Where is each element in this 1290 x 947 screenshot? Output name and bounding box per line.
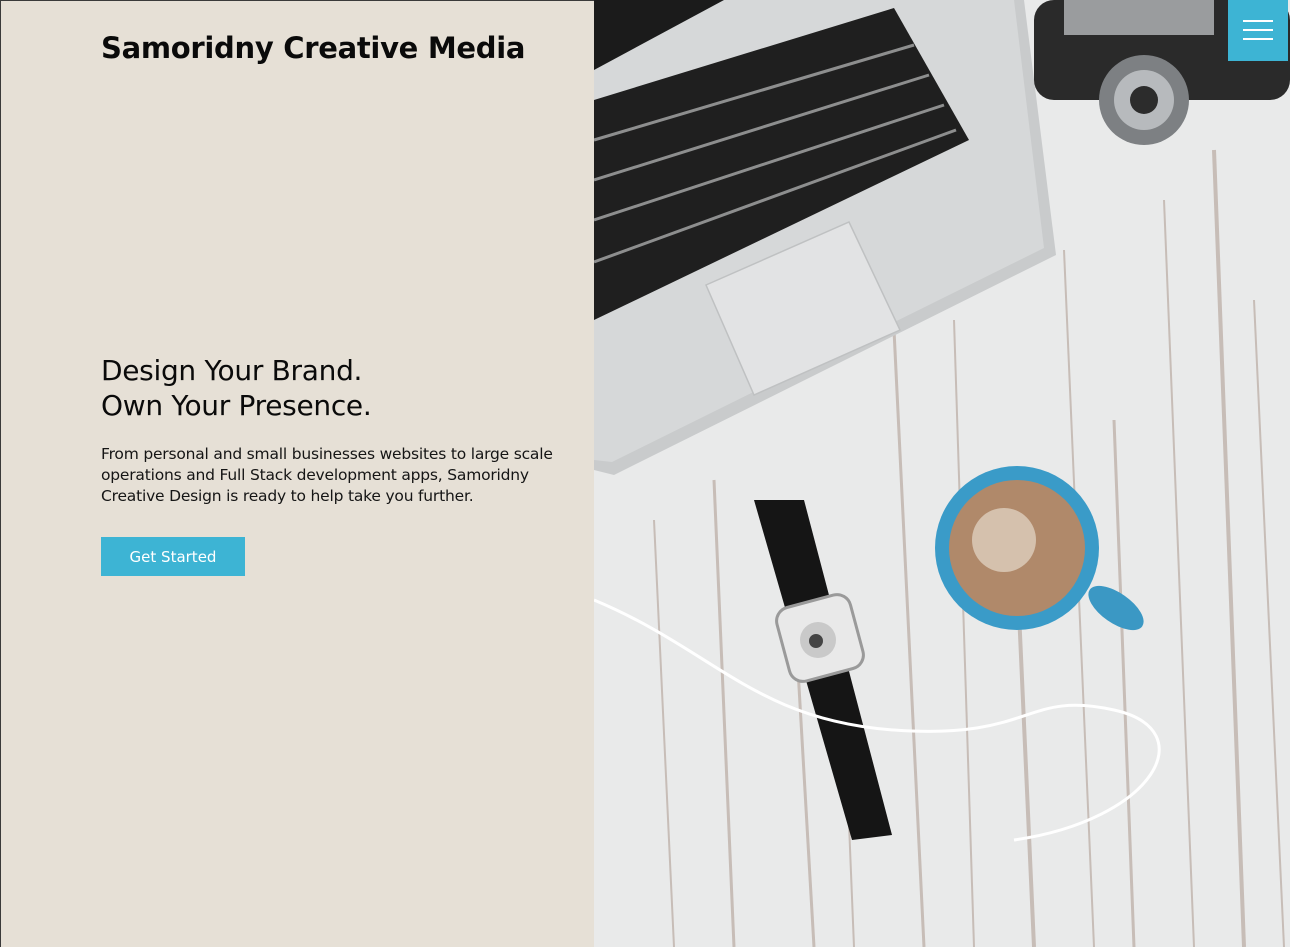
hamburger-menu-icon [1243,20,1273,22]
brand-title[interactable]: Samoridny Creative Media [101,31,525,65]
hamburger-menu-icon-bar [1243,38,1273,40]
hamburger-menu-icon-bar [1243,29,1273,31]
hero-heading-line-1: Design Your Brand. [101,354,363,387]
get-started-button[interactable]: Get Started [101,537,245,576]
hero-image [594,0,1290,947]
desk-photo-illustration [594,0,1290,947]
hero-heading: Design Your Brand. Own Your Presence. [101,353,372,423]
hero-heading-line-2: Own Your Presence. [101,389,372,422]
hero-description: From personal and small businesses websi… [101,445,553,505]
menu-button[interactable] [1228,0,1288,61]
hero-content-panel: Samoridny Creative Media Design Your Bra… [0,0,594,947]
landing-page: Samoridny Creative Media Design Your Bra… [0,0,1290,947]
